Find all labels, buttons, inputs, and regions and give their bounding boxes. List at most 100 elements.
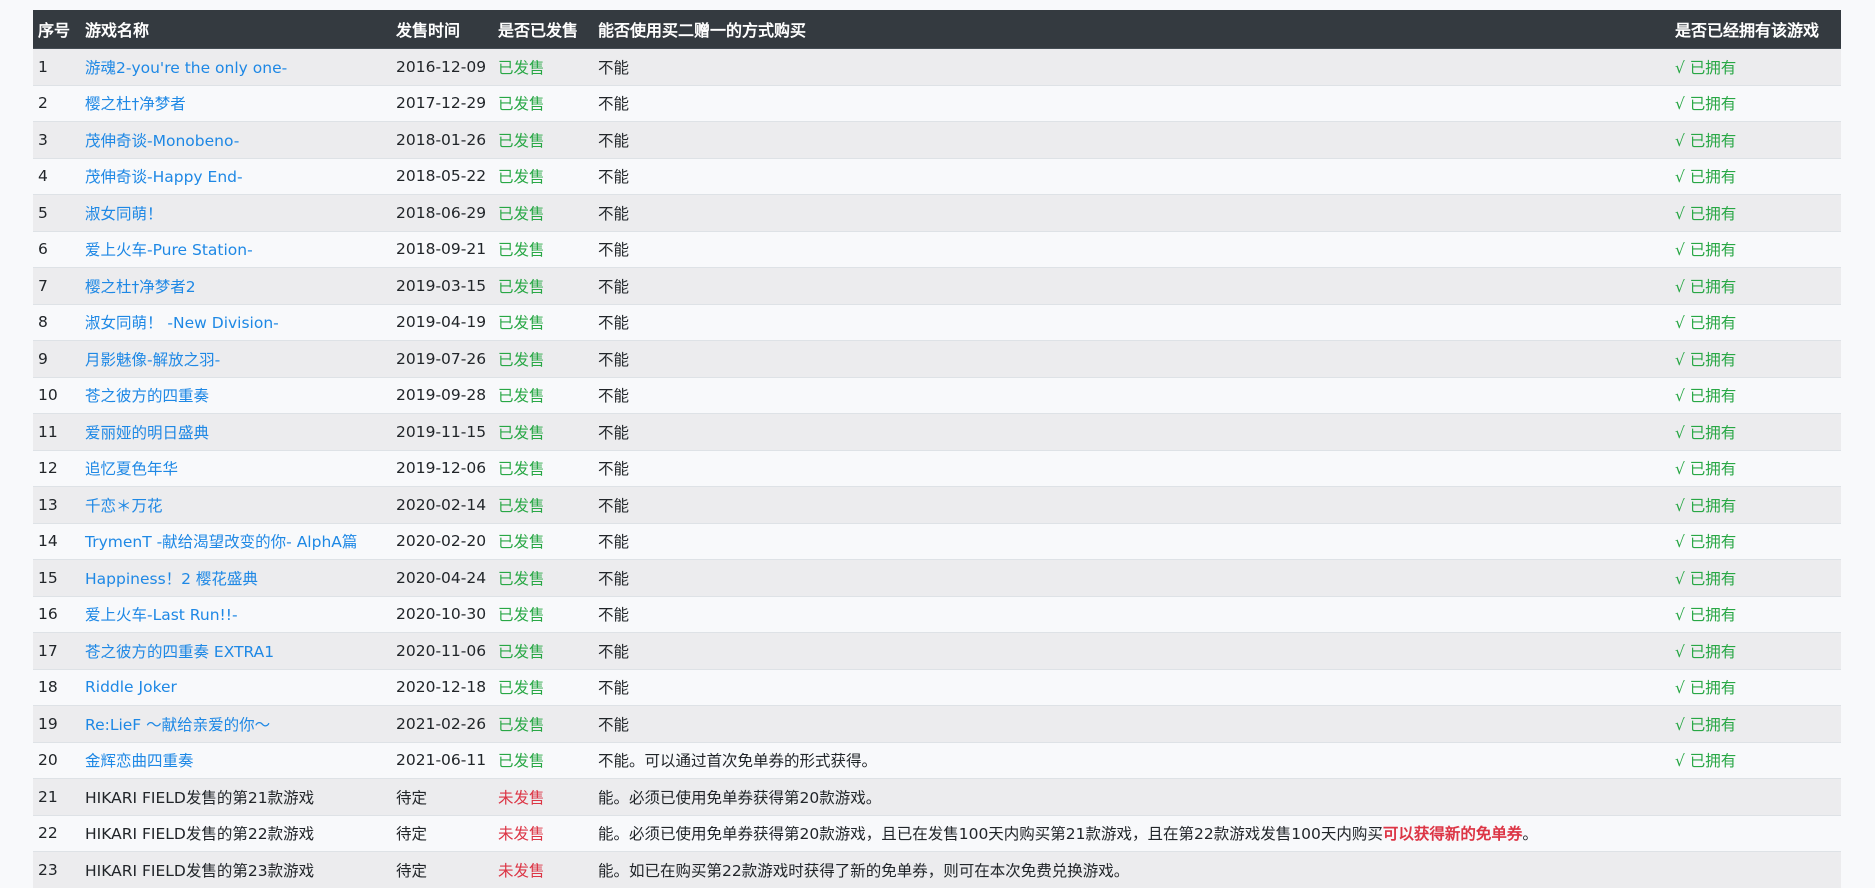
owned-status: √ 已拥有 (1675, 533, 1737, 552)
game-link[interactable]: 爱丽娅的明日盛典 (85, 424, 209, 442)
cell-index: 4 (33, 157, 80, 195)
header-bogo: 能否使用买二赠一的方式购买 (593, 10, 1670, 49)
bogo-highlight: 可以获得新的免单券 (1382, 825, 1523, 844)
cell-date: 2020-12-18 (391, 668, 493, 706)
cell-owned: √ 已拥有 (1670, 559, 1841, 596)
game-link[interactable]: 茂伸奇谈-Happy End- (85, 168, 243, 186)
table-row: 19 Re:LieF ～献给亲爱的你～ 2021-02-26 已发售 不能 √ 已拥有 (33, 705, 1841, 742)
cell-release-status: 已发售 (493, 340, 593, 377)
game-link[interactable]: 茂伸奇谈-Monobeno- (85, 132, 239, 150)
cell-bogo: 能。必须已使用免单券获得第20款游戏，且已在发售100天内购买第21款游戏，且在… (593, 814, 1670, 852)
bogo-text: 不能 (598, 533, 630, 552)
cell-date: 2016-12-09 (391, 48, 493, 85)
cell-index: 16 (33, 595, 80, 633)
cell-release-status: 已发售 (493, 267, 593, 304)
release-status: 已发售 (498, 204, 545, 223)
table-row: 1 游魂2-you're the only one- 2016-12-09 已发售 不能… (33, 48, 1841, 85)
game-link[interactable]: Happiness！2 樱花盛典 (85, 570, 258, 588)
game-link[interactable]: 苍之彼方的四重奏 (85, 387, 209, 405)
table-row: 9 月影魅像-解放之羽- 2019-07-26 已发售 不能 √ 已拥有 (33, 340, 1841, 377)
cell-name: 金辉恋曲四重奏 (80, 741, 391, 779)
game-link[interactable]: 樱之杜†净梦者2 (85, 278, 196, 296)
cell-bogo: 不能 (593, 449, 1670, 487)
cell-index: 21 (33, 778, 80, 815)
cell-name: TrymenT -献给渴望改变的你- AlphA篇 (80, 522, 391, 560)
cell-bogo: 不能 (593, 267, 1670, 304)
release-status: 未发售 (498, 825, 545, 844)
cell-date: 2021-06-11 (391, 741, 493, 779)
game-link[interactable]: 淑女同萌！ -New Division- (85, 314, 279, 332)
table-row: 21 HIKARI FIELD发售的第21款游戏 待定 未发售 能。必须已使用免单券获得… (33, 778, 1841, 815)
game-link[interactable]: TrymenT -献给渴望改变的你- AlphA篇 (85, 533, 357, 551)
release-status: 已发售 (498, 131, 545, 150)
game-link[interactable]: 苍之彼方的四重奏 EXTRA1 (85, 643, 274, 661)
cell-owned: √ 已拥有 (1670, 668, 1841, 706)
cell-owned: √ 已拥有 (1670, 48, 1841, 85)
cell-index: 14 (33, 522, 80, 560)
cell-bogo: 不能。可以通过首次免单券的形式获得。 (593, 741, 1670, 779)
cell-name: 爱上火车-Last Run!!- (80, 595, 391, 633)
game-link[interactable]: 月影魅像-解放之羽- (85, 351, 220, 369)
cell-release-status: 已发售 (493, 668, 593, 706)
owned-status: √ 已拥有 (1675, 131, 1737, 150)
owned-status: √ 已拥有 (1675, 277, 1737, 296)
cell-date: 2019-07-26 (391, 340, 493, 377)
game-link[interactable]: 金辉恋曲四重奏 (85, 752, 194, 770)
release-status: 已发售 (498, 642, 545, 661)
release-status: 已发售 (498, 460, 545, 479)
table-row: 4 茂伸奇谈-Happy End- 2018-05-22 已发售 不能 √ 已拥有 (33, 157, 1841, 195)
game-link[interactable]: 爱上火车-Last Run!!- (85, 606, 238, 624)
cell-owned: √ 已拥有 (1670, 522, 1841, 560)
game-link[interactable]: 千恋＊万花 (85, 497, 163, 515)
games-table: 序号 游戏名称 发售时间 是否已发售 能否使用买二赠一的方式购买 是否已经拥有该… (33, 10, 1841, 888)
release-status: 已发售 (498, 241, 545, 260)
release-status: 已发售 (498, 752, 545, 771)
game-link[interactable]: Re:LieF ～献给亲爱的你～ (85, 716, 270, 734)
cell-release-status: 已发售 (493, 376, 593, 414)
cell-owned: √ 已拥有 (1670, 157, 1841, 195)
release-status: 已发售 (498, 277, 545, 296)
header-owned: 是否已经拥有该游戏 (1670, 10, 1841, 49)
bogo-text: 不能 (598, 314, 630, 333)
table-row: 17 苍之彼方的四重奏 EXTRA1 2020-11-06 已发售 不能 √ 已拥有 (33, 632, 1841, 669)
release-status: 已发售 (498, 569, 545, 588)
owned-status: √ 已拥有 (1675, 314, 1737, 333)
cell-bogo: 不能 (593, 48, 1670, 85)
cell-bogo: 不能 (593, 340, 1670, 377)
game-link[interactable]: Riddle Joker (85, 678, 177, 696)
cell-release-status: 未发售 (493, 851, 593, 888)
cell-index: 3 (33, 121, 80, 158)
cell-index: 15 (33, 559, 80, 596)
cell-release-status: 已发售 (493, 303, 593, 341)
bogo-text: 能。必须已使用免单券获得第20款游戏。 (598, 788, 882, 807)
cell-date: 2019-09-28 (391, 376, 493, 414)
owned-status: √ 已拥有 (1675, 606, 1737, 625)
header-row: 序号 游戏名称 发售时间 是否已发售 能否使用买二赠一的方式购买 是否已经拥有该… (33, 10, 1841, 49)
cell-name: 淑女同萌！ (80, 194, 391, 231)
cell-index: 22 (33, 814, 80, 852)
game-link[interactable]: 游魂2-you're the only one- (85, 59, 287, 77)
game-name: HIKARI FIELD发售的第21款游戏 (85, 788, 315, 807)
game-link[interactable]: 爱上火车-Pure Station- (85, 241, 253, 259)
cell-bogo: 不能 (593, 121, 1670, 158)
game-link[interactable]: 樱之杜†净梦者 (85, 95, 186, 113)
cell-date: 2020-04-24 (391, 559, 493, 596)
cell-index: 10 (33, 376, 80, 414)
cell-owned: √ 已拥有 (1670, 449, 1841, 487)
cell-index: 11 (33, 413, 80, 450)
cell-name: 茂伸奇谈-Monobeno- (80, 121, 391, 158)
bogo-text: 不能 (598, 95, 630, 114)
cell-release-status: 已发售 (493, 449, 593, 487)
cell-index: 19 (33, 705, 80, 742)
owned-status: √ 已拥有 (1675, 204, 1737, 223)
cell-index: 8 (33, 303, 80, 341)
bogo-text: 能。如已在购买第22款游戏时获得了新的免单券，则可在本次免费兑换游戏。 (598, 861, 1130, 880)
owned-status: √ 已拥有 (1675, 58, 1737, 77)
cell-index: 12 (33, 449, 80, 487)
bogo-text: 不能 (598, 277, 630, 296)
owned-status: √ 已拥有 (1675, 642, 1737, 661)
game-link[interactable]: 淑女同萌！ (85, 205, 163, 223)
game-link[interactable]: 追忆夏色年华 (85, 460, 178, 478)
table-row: 16 爱上火车-Last Run!!- 2020-10-30 已发售 不能 √ 已拥有 (33, 595, 1841, 633)
cell-owned: √ 已拥有 (1670, 486, 1841, 523)
